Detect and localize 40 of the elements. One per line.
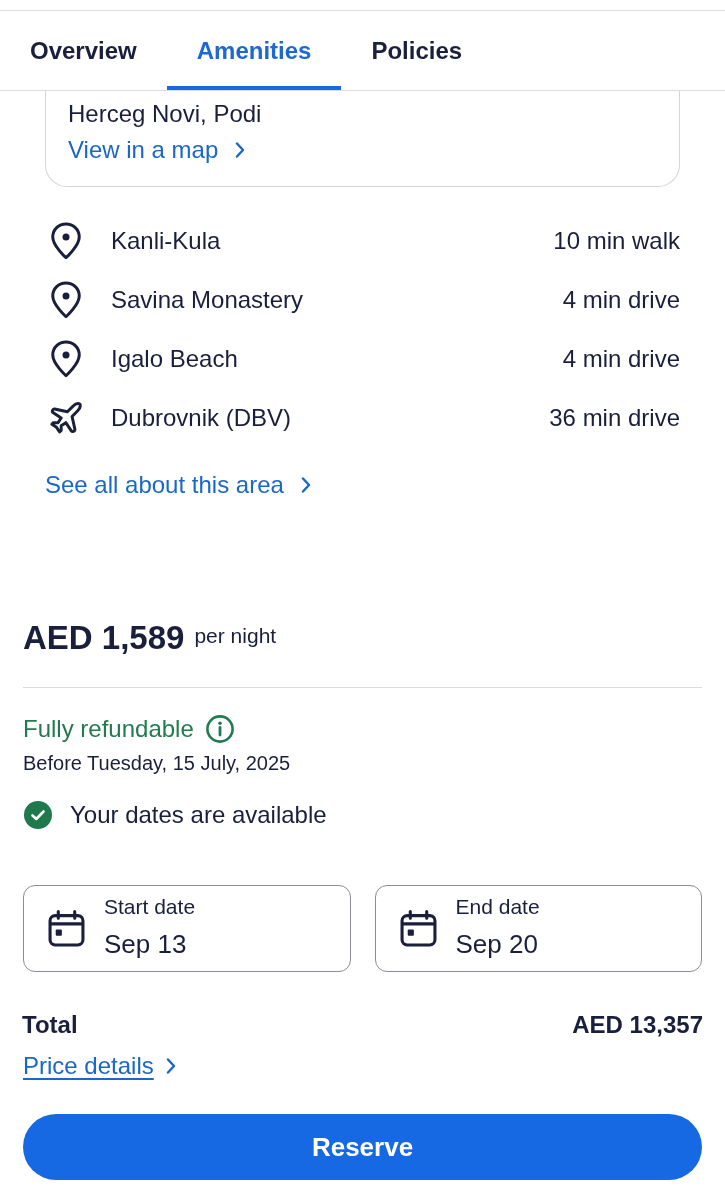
- info-icon[interactable]: [205, 715, 234, 743]
- location-pin-icon: [51, 280, 81, 319]
- price-details-link[interactable]: Price details: [23, 1051, 176, 1081]
- date-label: Start date: [104, 895, 196, 919]
- calendar-icon: [48, 910, 85, 947]
- travel-time: 4 min drive: [562, 284, 680, 315]
- travel-time: 10 min walk: [553, 225, 680, 256]
- date-value: Sep 20: [455, 928, 538, 960]
- calendar-icon: [399, 910, 437, 947]
- place-name: Igalo Beach: [111, 343, 238, 374]
- tab[interactable]: Amenities: [166, 11, 342, 90]
- place-name: Dubrovnik (DBV): [111, 402, 292, 433]
- airplane-icon: [50, 400, 82, 435]
- location-pin-icon: [51, 339, 81, 378]
- price-unit: per night: [194, 623, 277, 649]
- place-name: Savina Monastery: [111, 284, 304, 315]
- reserve-button[interactable]: Reserve: [23, 1114, 702, 1180]
- date-field[interactable]: End date Sep 20: [374, 885, 702, 972]
- availability-text: Your dates are available: [70, 800, 327, 830]
- area-info-link[interactable]: See all about this area: [45, 470, 311, 500]
- refund-deadline: Before Tuesday, 15 July, 2025: [23, 751, 291, 776]
- total-amount: AED 13,357: [572, 1010, 703, 1040]
- chevron-right-icon: [165, 1058, 176, 1074]
- nightly-price: AED 1,589: [23, 618, 185, 658]
- place-name: Kanli-Kula: [111, 225, 221, 256]
- address-text: Herceg Novi, Podi: [68, 99, 262, 129]
- date-field[interactable]: Start date Sep 13: [23, 885, 351, 972]
- chevron-right-icon: [300, 477, 311, 493]
- tab[interactable]: Overview: [0, 11, 167, 90]
- travel-time: 4 min drive: [562, 343, 680, 374]
- refund-status: Fully refundable: [23, 714, 194, 744]
- total-label: Total: [22, 1010, 78, 1040]
- chevron-right-icon: [235, 142, 246, 158]
- check-circle-icon: [24, 801, 52, 829]
- travel-time: 36 min drive: [549, 402, 680, 433]
- date-value: Sep 13: [104, 928, 187, 960]
- tab[interactable]: Policies: [341, 11, 493, 90]
- date-label: End date: [455, 895, 540, 919]
- location-pin-icon: [51, 221, 81, 260]
- view-map-link[interactable]: View in a map: [68, 135, 246, 165]
